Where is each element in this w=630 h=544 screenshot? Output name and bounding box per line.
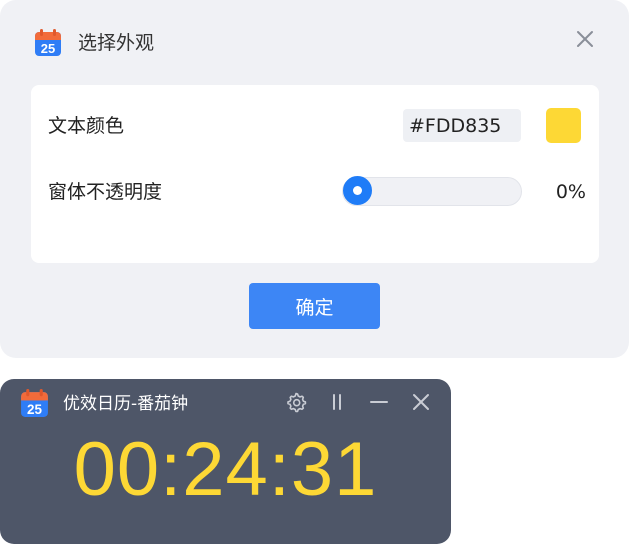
opacity-value: 0% <box>555 181 586 203</box>
opacity-slider-thumb[interactable] <box>343 176 372 205</box>
calendar-icon-date: 25 <box>27 402 42 417</box>
appearance-dialog: 25 选择外观 文本颜色 窗体不透明度 0% 确定 <box>0 0 629 358</box>
pomodoro-widget: 25 优效日历-番茄钟 00:24:31 <box>0 379 451 544</box>
settings-panel: 文本颜色 窗体不透明度 0% <box>31 85 599 263</box>
minimize-icon[interactable] <box>367 390 391 414</box>
close-icon[interactable] <box>574 28 596 50</box>
calendar-icon: 25 <box>21 389 48 417</box>
text-color-field[interactable] <box>403 109 521 142</box>
opacity-slider[interactable] <box>342 176 522 206</box>
color-swatch[interactable] <box>546 108 581 143</box>
pause-icon[interactable] <box>325 390 349 414</box>
timer-title: 优效日历-番茄钟 <box>63 394 189 414</box>
text-color-label: 文本颜色 <box>48 115 125 137</box>
dialog-title: 选择外观 <box>78 32 155 54</box>
calendar-icon-date: 25 <box>41 41 55 56</box>
gear-icon[interactable] <box>284 390 308 414</box>
calendar-icon: 25 <box>35 29 61 56</box>
countdown-time: 00:24:31 <box>73 427 378 512</box>
confirm-button[interactable]: 确定 <box>249 283 380 329</box>
opacity-label: 窗体不透明度 <box>48 181 163 203</box>
close-icon[interactable] <box>409 390 433 414</box>
